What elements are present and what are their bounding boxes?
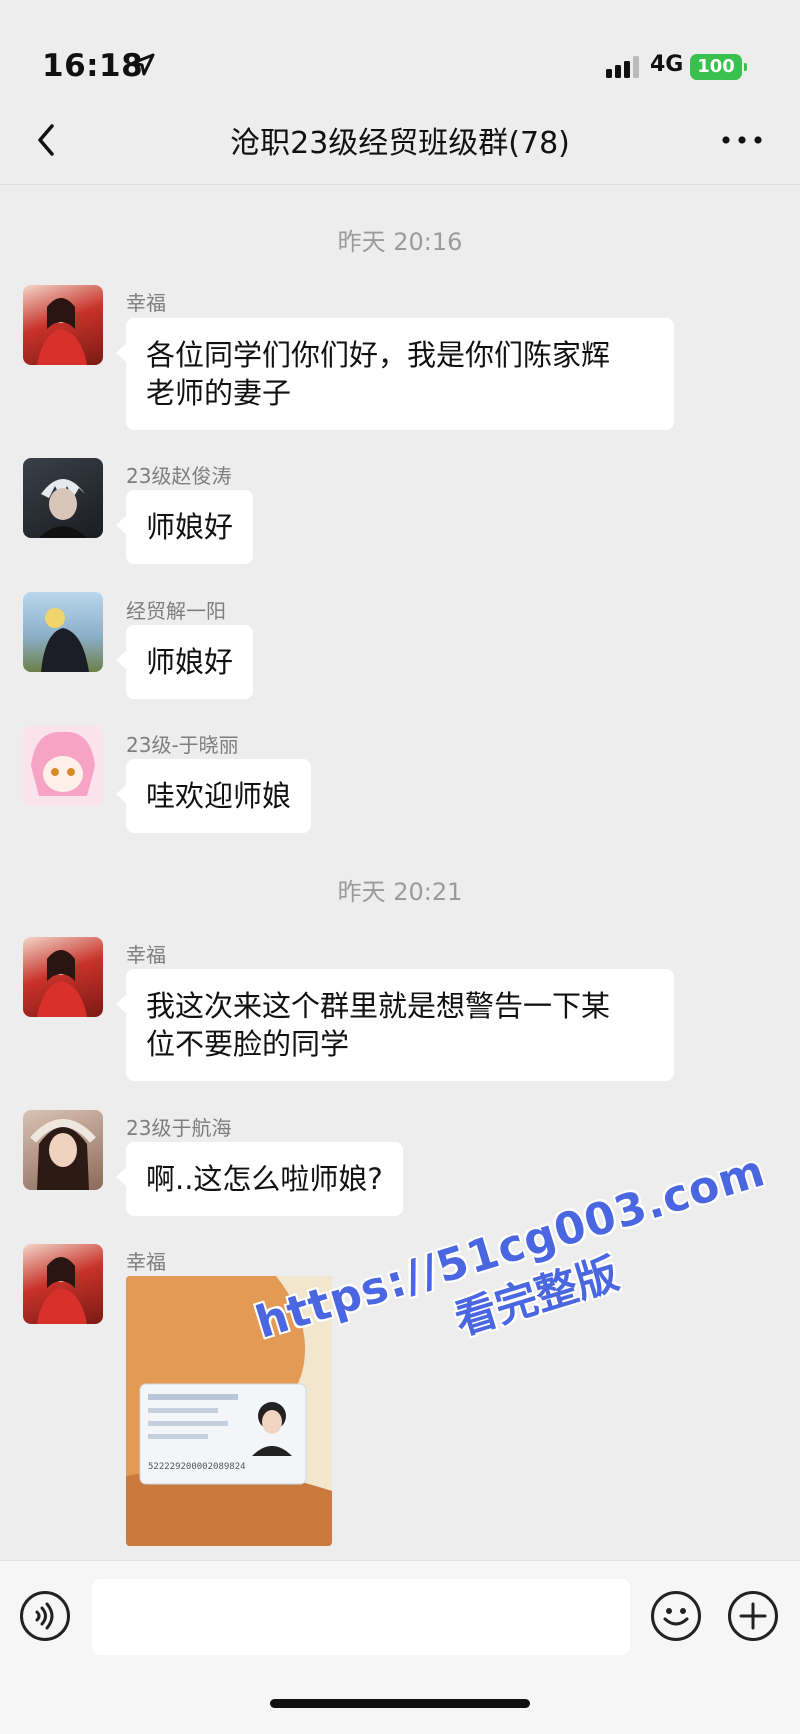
message-bubble[interactable]: 师娘好: [115, 625, 254, 699]
voice-icon: [35, 1602, 54, 1630]
message-bubble[interactable]: 各位同学们你们好，我是你们陈家辉 老师的妻子: [116, 318, 674, 430]
avatar-image: [30, 1119, 96, 1190]
avatar[interactable]: [23, 592, 103, 672]
more-options-icon[interactable]: [720, 132, 764, 148]
location-arrow-icon: [131, 53, 155, 76]
chat-header: 沧职23级经贸班级群(78): [0, 100, 800, 185]
avatar-image: [37, 950, 87, 1017]
signal-bars-icon: [606, 56, 639, 78]
message-text: 师娘好: [146, 645, 234, 679]
status-bar: 16:18 4G 100: [0, 0, 800, 100]
emoji-button[interactable]: [651, 1591, 701, 1641]
chat-title: 沧职23级经贸班级群(78): [230, 126, 570, 161]
avatar-image: [37, 1257, 87, 1324]
clock-time: 16:18: [42, 48, 144, 84]
avatar[interactable]: [23, 285, 103, 365]
message-text-line: 位不要脸的同学: [146, 1027, 350, 1061]
sender-name: 幸福: [126, 291, 166, 315]
message-timestamp: 昨天 20:21: [337, 878, 463, 906]
message-text-line: 各位同学们你们好，我是你们陈家辉: [146, 338, 611, 372]
input-bar: [0, 1560, 800, 1734]
sender-name: 23级-于晓丽: [126, 733, 239, 757]
avatar[interactable]: [23, 1110, 103, 1190]
image-message[interactable]: 522229200002089824: [126, 1276, 332, 1546]
avatar-image: [31, 731, 95, 796]
message-bubble[interactable]: 哇欢迎师娘: [115, 759, 312, 833]
sender-name: 23级赵俊涛: [126, 464, 232, 488]
avatar[interactable]: [23, 726, 103, 806]
voice-button[interactable]: [20, 1591, 70, 1641]
message-bubble[interactable]: 啊..这怎么啦师娘?: [116, 1142, 403, 1216]
id-card-photo: 522229200002089824: [126, 1276, 332, 1546]
watermark-subtitle: 看完整版: [449, 1248, 625, 1345]
message-text-line: 我这次来这个群里就是想警告一下某: [146, 989, 611, 1023]
avatar[interactable]: [23, 1244, 103, 1324]
id-card-number: 522229200002089824: [148, 1462, 246, 1472]
message-text: 哇欢迎师娘: [146, 779, 292, 813]
sender-name: 幸福: [126, 1250, 166, 1274]
avatar[interactable]: [23, 458, 103, 538]
message-text-line: 老师的妻子: [146, 376, 292, 410]
home-indicator: [270, 1699, 530, 1708]
message-text: 啊..这怎么啦师娘?: [146, 1162, 383, 1196]
message-timestamp: 昨天 20:16: [337, 228, 463, 256]
sender-name: 经贸解一阳: [126, 599, 226, 623]
message-bubble[interactable]: 我这次来这个群里就是想警告一下某 位不要脸的同学: [116, 969, 674, 1081]
avatar-image: [37, 298, 87, 365]
battery-indicator: 100: [690, 54, 747, 80]
message-text: 师娘好: [146, 510, 234, 544]
sender-name: 幸福: [126, 943, 166, 967]
avatar-image: [41, 608, 89, 672]
avatar-image: [39, 479, 87, 538]
message-input[interactable]: [92, 1579, 630, 1655]
avatar[interactable]: [23, 937, 103, 1017]
message-bubble[interactable]: 师娘好: [115, 490, 254, 564]
network-type: 4G: [650, 52, 684, 77]
smiley-icon: [663, 1608, 689, 1626]
plus-icon: [739, 1602, 767, 1630]
add-button[interactable]: [728, 1591, 778, 1641]
sender-name: 23级于航海: [126, 1116, 232, 1140]
